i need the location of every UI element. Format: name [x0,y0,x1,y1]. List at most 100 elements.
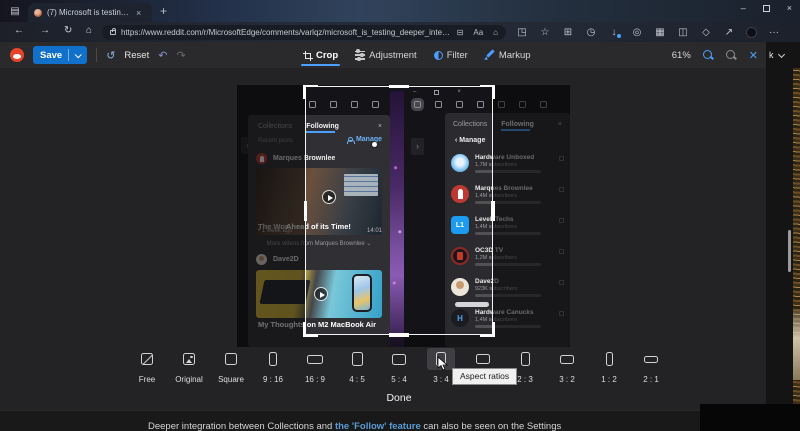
forward-icon[interactable]: → [40,25,50,36]
history-icon[interactable]: ◷ [585,27,597,38]
crop-handle-bottom-right[interactable] [480,322,495,337]
aspect-1-2[interactable]: 1 : 2 [588,348,630,384]
aspect-icon [385,348,413,370]
mouse-cursor [437,356,448,371]
collections-icon[interactable]: ⊞ [562,27,574,38]
back-icon[interactable]: ← [14,25,24,36]
aspect-4-5[interactable]: 4 : 5 [336,348,378,384]
zoom-out-icon[interactable] [726,50,737,61]
split-screen-icon[interactable]: ⊟ [457,28,464,37]
aspect-label: Square [218,375,244,384]
address-bar[interactable]: https://www.reddit.com/r/MicrosoftEdge/c… [102,25,506,40]
aspect-2-1[interactable]: 2 : 1 [630,348,672,384]
editor-close-icon[interactable]: ✕ [749,49,758,62]
sliders-icon [355,51,365,60]
ratio-box-icon [352,352,363,366]
crop-handle-top-right[interactable] [480,85,495,99]
adjustment-label: Adjustment [369,50,417,61]
aspect-label: 2 : 3 [517,375,533,384]
browser-navbar: ← → ↻ ⌂ https://www.reddit.com/r/Microso… [0,22,800,42]
editor-canvas: ‹ › –× Collections Following × Recent po… [0,68,766,410]
ratio-box-icon [476,354,490,365]
crop-label: Crop [316,50,338,61]
original-ratio-icon [183,353,195,365]
tab-title: (7) Microsoft is testing deeper in... [47,8,133,17]
more-menu-icon[interactable]: ··· [768,27,780,38]
favorites-star-icon[interactable]: ☆ [539,27,551,38]
aspect-icon [469,348,497,370]
zoom-in-icon[interactable] [703,50,714,61]
downloads-icon[interactable]: ↓ [608,27,620,38]
downloads-badge [617,34,621,38]
refresh-icon[interactable]: ↻ [64,25,72,36]
filter-icon [434,51,443,60]
page-fragment: k [769,50,784,60]
chevron-down-icon[interactable] [75,51,82,58]
crop-dim-right [493,85,570,347]
read-aloud-icon[interactable]: Aa [473,28,483,37]
aspect-5-4[interactable]: 5 : 4 [378,348,420,384]
ratio-box-icon [269,352,277,366]
underlying-page-bottom: Deeper integration between Collections a… [0,410,800,431]
aspect-icon [259,348,287,370]
underlying-image-sliver [793,68,800,410]
crop-handle-bottom[interactable] [389,333,409,337]
edited-image[interactable]: ‹ › –× Collections Following × Recent po… [237,85,570,347]
aspect-original[interactable]: Original [168,348,210,384]
done-button[interactable]: Done [368,392,430,404]
aspect-icon [175,348,203,370]
crop-handle-left[interactable] [304,201,308,221]
aspect-square[interactable]: Square [210,348,252,384]
tab-adjustment[interactable]: Adjustment [355,42,417,68]
crop-handle-top-left[interactable] [303,85,318,99]
follow-feature-link[interactable]: the 'Follow' feature [335,421,421,431]
browser-tab[interactable]: (7) Microsoft is testing deeper in... × [28,3,152,22]
aspect-icon [553,348,581,370]
crop-handle-right[interactable] [491,201,495,221]
tab-favicon-icon [34,9,42,17]
aspect-16-9[interactable]: 16 : 9 [294,348,336,384]
window-minimize-button[interactable]: – [741,3,746,13]
favorites-icon[interactable]: ⌂ [493,28,498,37]
ratio-box-icon [606,352,613,366]
share-icon[interactable]: ↗ [723,27,735,38]
save-split-divider [68,49,69,61]
aspect-free[interactable]: Free [126,348,168,384]
shield-icon[interactable]: ◎ [631,27,643,38]
crop-handle-top[interactable] [389,85,409,88]
window-maximize-button[interactable] [763,5,770,12]
crop-selection[interactable] [305,86,493,335]
ratio-box-icon [392,354,406,365]
apps-grid-icon[interactable]: ▦ [654,27,666,38]
aspect-icon [217,348,245,370]
tab-crop[interactable]: Crop [303,42,338,68]
aspect-label: 5 : 4 [391,375,407,384]
markup-label: Markup [499,50,531,61]
redo-icon[interactable]: ↷ [176,49,185,62]
window-close-button[interactable]: × [787,3,792,13]
zoom-level: 61% [672,50,691,61]
sidebar-icon[interactable]: ◇ [700,27,712,38]
tab-close-icon[interactable]: × [136,8,141,18]
new-tab-button[interactable]: + [160,4,167,18]
profile-avatar[interactable] [746,27,757,38]
crop-handle-bottom-left[interactable] [303,322,318,337]
reset-icon[interactable]: ↺ [106,49,115,62]
save-button[interactable]: Save [33,46,87,64]
page-scrollbar[interactable] [788,230,791,272]
undo-icon[interactable]: ↶ [158,49,167,62]
aspect-label: 3 : 4 [433,375,449,384]
url-text[interactable]: https://www.reddit.com/r/MicrosoftEdge/c… [121,28,451,37]
browser-tools-icon[interactable]: ◳ [516,27,528,38]
aspect-label: 16 : 9 [305,375,325,384]
home-icon[interactable]: ⌂ [86,25,92,36]
tab-markup[interactable]: Markup [485,42,531,68]
aspect-label: Original [175,375,203,384]
reset-button[interactable]: Reset [124,50,149,61]
aspect-9-16[interactable]: 9 : 16 [252,348,294,384]
aspect-3-2[interactable]: 3 : 2 [546,348,588,384]
tab-filter[interactable]: Filter [434,42,468,68]
extensions-icon[interactable]: ◫ [677,27,689,38]
image-editor-toolbar: Save ↺ Reset ↶ ↷ Crop Adjustment Filter [0,42,768,68]
tab-actions-menu-icon[interactable]: ▤ [8,5,22,18]
